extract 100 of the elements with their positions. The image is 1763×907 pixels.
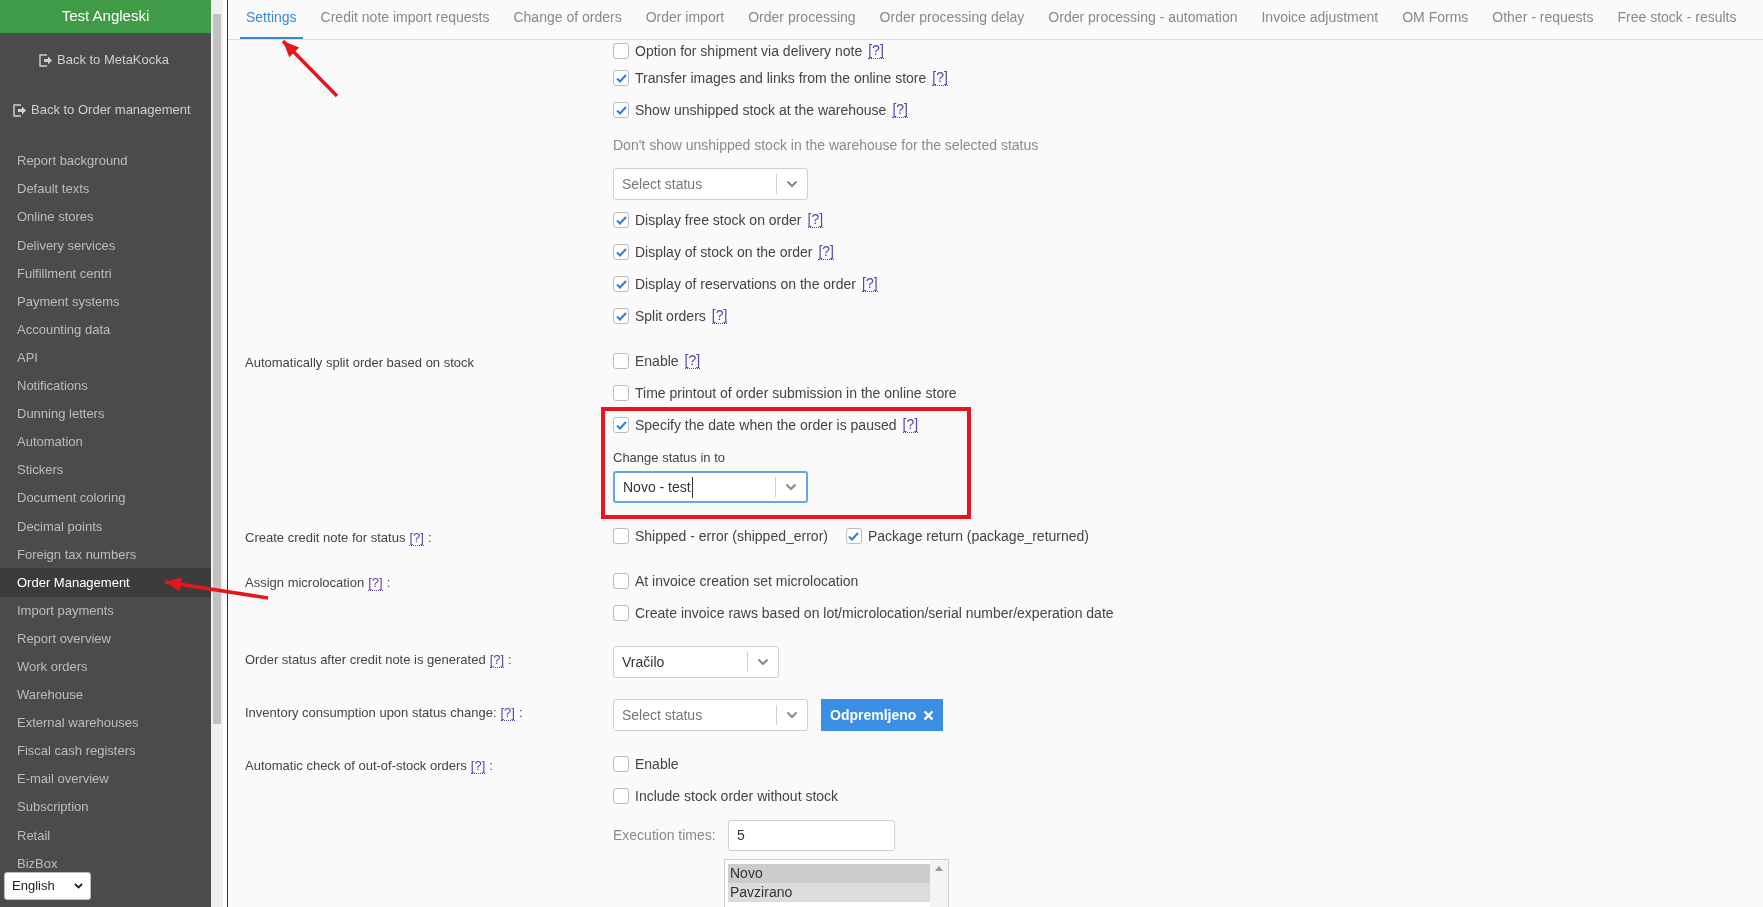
checkbox-label: Create invoice raws based on lot/microlocation/serial number/experation date xyxy=(635,603,1114,623)
sidebar-item[interactable]: Import payments xyxy=(0,596,211,625)
help-link[interactable]: [?] xyxy=(932,70,948,86)
tab[interactable]: Invoice adjustment xyxy=(1255,7,1385,39)
tab[interactable]: Change of orders xyxy=(507,7,628,39)
sidebar-item[interactable]: E-mail overview xyxy=(0,765,211,794)
checkbox-label: Package return (package_returned) xyxy=(868,526,1089,546)
sidebar-item[interactable]: API xyxy=(0,343,211,372)
status-listbox[interactable]: Novo Pavzirano xyxy=(724,859,949,907)
checkbox[interactable] xyxy=(613,212,629,228)
sidebar-item[interactable]: Automation xyxy=(0,427,211,457)
checkbox[interactable] xyxy=(613,756,629,772)
colon-text: : xyxy=(386,574,391,592)
sidebar-item[interactable]: Stickers xyxy=(0,456,211,485)
help-link[interactable]: [?] xyxy=(902,417,919,433)
help-link[interactable]: [?] xyxy=(368,574,383,591)
checkbox[interactable] xyxy=(613,605,629,621)
setting-label: Automatically split order based on stock xyxy=(245,354,475,372)
sidebar-item[interactable]: Default texts xyxy=(0,175,211,204)
help-link[interactable]: [?] xyxy=(818,244,834,260)
sidebar-item[interactable]: Warehouse xyxy=(0,680,211,709)
sidebar-item[interactable]: External warehouses xyxy=(0,708,211,737)
status-tag[interactable]: Odpremljeno xyxy=(821,699,944,731)
help-link[interactable]: [?] xyxy=(470,757,486,774)
setting-label: Order status after credit note is generated xyxy=(245,651,486,669)
tab[interactable]: Free stock - results xyxy=(1611,7,1743,39)
scrollbar-thumb[interactable] xyxy=(213,14,221,724)
tab[interactable]: Order import xyxy=(639,7,731,39)
list-option[interactable]: Pavzirano xyxy=(728,883,930,902)
help-link[interactable]: [?] xyxy=(711,308,728,324)
checkbox[interactable] xyxy=(613,573,629,589)
checkbox[interactable] xyxy=(613,102,629,118)
sidebar-item[interactable]: Report background xyxy=(0,147,211,176)
help-link[interactable]: [?] xyxy=(892,102,908,118)
colon-text: : xyxy=(508,651,512,669)
sidebar-item[interactable]: Fulfillment centri xyxy=(0,259,211,288)
tab[interactable]: Order processing - automation xyxy=(1042,7,1244,39)
sidebar-item[interactable]: Subscription xyxy=(0,793,211,822)
exit-icon xyxy=(39,53,53,67)
checkbox-label: Specify the date when the order is paused xyxy=(635,415,897,435)
help-link[interactable]: [?] xyxy=(684,353,701,369)
sidebar-item[interactable]: Accounting data xyxy=(0,315,211,344)
help-link[interactable]: [?] xyxy=(500,704,515,721)
sidebar-item[interactable]: Document coloring xyxy=(0,484,211,513)
setting-label: Automatic check of out-of-stock orders xyxy=(245,757,467,775)
checkbox[interactable] xyxy=(613,417,629,433)
help-link[interactable]: [?] xyxy=(868,43,884,59)
checkbox[interactable] xyxy=(613,788,629,804)
scrollbar[interactable] xyxy=(211,0,223,907)
sidebar-item[interactable]: Retail xyxy=(0,821,211,850)
select-field[interactable]: Vračilo xyxy=(613,646,779,678)
sidebar-item[interactable]: Report overview xyxy=(0,624,211,653)
tab[interactable]: Settings xyxy=(240,7,303,39)
sidebar-item[interactable]: Payment systems xyxy=(0,287,211,316)
sidebar-item[interactable]: Notifications xyxy=(0,371,211,400)
listbox-scrollbar[interactable] xyxy=(930,860,948,907)
help-link[interactable]: [?] xyxy=(489,651,505,668)
field-caption: Change status in to xyxy=(613,448,726,467)
checkbox[interactable] xyxy=(613,43,629,59)
select-field[interactable]: Select status xyxy=(613,168,808,200)
checkbox-label: Transfer images and links from the online store xyxy=(635,68,927,88)
checkbox[interactable] xyxy=(613,308,629,324)
language-select[interactable]: English xyxy=(4,872,91,900)
sidebar-item[interactable]: Work orders xyxy=(0,652,211,681)
help-link[interactable]: [?] xyxy=(409,529,424,546)
input-label: Execution times: xyxy=(613,825,717,845)
number-field[interactable]: 5 xyxy=(728,819,895,851)
back-link[interactable]: Back to Order management xyxy=(13,100,191,120)
sidebar-item[interactable]: Foreign tax numbers xyxy=(0,540,211,569)
select-field[interactable]: Select status xyxy=(613,699,808,731)
checkbox-label: Display of reservations on the order xyxy=(635,274,856,294)
checkbox[interactable] xyxy=(613,70,629,86)
sidebar-item[interactable]: Dunning letters xyxy=(0,399,211,428)
help-link[interactable]: [?] xyxy=(807,212,824,228)
checkbox[interactable] xyxy=(613,353,629,369)
tab[interactable]: Order processing xyxy=(742,7,862,39)
tab[interactable]: Other - requests xyxy=(1486,7,1600,39)
checkbox-label: Option for shipment via delivery note xyxy=(635,41,863,61)
sidebar-item[interactable]: Decimal points xyxy=(0,512,211,541)
sidebar-item[interactable]: Delivery services xyxy=(0,231,211,260)
list-option[interactable]: Novo xyxy=(728,864,930,883)
sidebar-item[interactable]: Order Management xyxy=(0,568,211,597)
checkbox-label: Time printout of order submission in the online store xyxy=(635,383,957,403)
tab[interactable]: Credit note import requests xyxy=(314,7,496,39)
tab[interactable]: OM Forms xyxy=(1396,7,1475,39)
checkbox[interactable] xyxy=(613,385,629,401)
close-icon[interactable] xyxy=(923,709,935,721)
sidebar-item[interactable]: Fiscal cash registers xyxy=(0,736,211,766)
select-field[interactable]: Novo - test xyxy=(613,471,808,503)
tab[interactable]: Order processing delay xyxy=(873,7,1031,39)
checkbox[interactable] xyxy=(613,276,629,292)
help-link[interactable]: [?] xyxy=(862,276,878,292)
checkbox[interactable] xyxy=(846,528,862,544)
scroll-up-icon[interactable] xyxy=(935,866,943,871)
setting-label: Create credit note for status xyxy=(245,529,406,547)
checkbox[interactable] xyxy=(613,244,629,260)
sidebar-item[interactable]: Online stores xyxy=(0,203,211,232)
checkbox[interactable] xyxy=(613,528,629,544)
setting-label: Inventory consumption upon status change: xyxy=(245,704,497,722)
back-link[interactable]: Back to MetaKocka xyxy=(39,50,169,70)
